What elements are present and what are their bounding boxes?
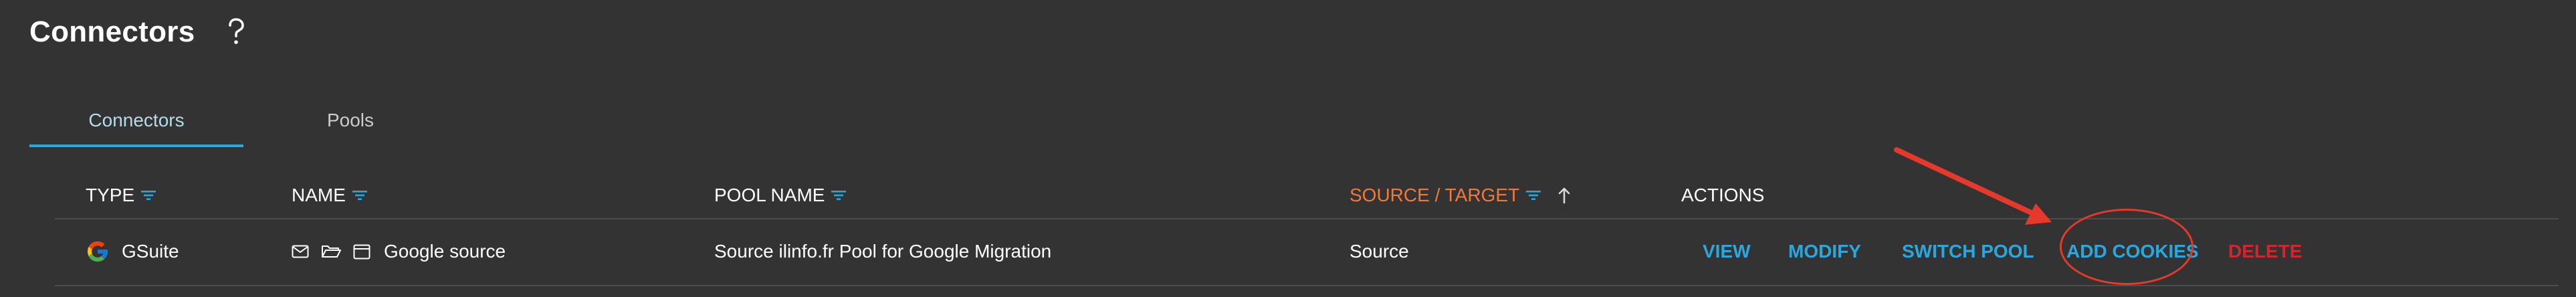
column-header-actions-label: ACTIONS: [1681, 185, 1765, 205]
google-g-icon: [86, 239, 110, 264]
column-header-type-label: TYPE: [86, 185, 135, 205]
page-title: Connectors: [29, 15, 195, 48]
annotation-arrow-icon: [1894, 147, 2052, 225]
connector-type: GSuite: [122, 241, 179, 262]
column-header-type[interactable]: TYPE: [86, 173, 156, 218]
title-row: Connectors: [29, 12, 249, 52]
service-icons: [292, 243, 370, 260]
tab-connectors[interactable]: Connectors: [29, 94, 243, 147]
source-target-value: Source: [1350, 241, 1409, 262]
column-header-source-target[interactable]: SOURCE / TARGET: [1350, 173, 1570, 218]
cell-type: GSuite: [86, 218, 179, 285]
connector-name: Google source: [384, 241, 506, 262]
switch-pool-button[interactable]: SWITCH POOL: [1902, 218, 2034, 285]
help-question-icon[interactable]: [223, 15, 249, 49]
sort-ascending-arrow-icon[interactable]: [1558, 187, 1570, 204]
column-header-pool-name[interactable]: POOL NAME: [714, 173, 847, 218]
pool-name: Source ilinfo.fr Pool for Google Migrati…: [714, 241, 1052, 262]
column-header-pool-name-label: POOL NAME: [714, 185, 825, 205]
folder-icon: [321, 244, 341, 259]
column-header-name[interactable]: NAME: [292, 173, 367, 218]
filter-icon[interactable]: [1526, 190, 1541, 201]
filter-icon[interactable]: [831, 190, 847, 201]
table-header: TYPE NAME POOL NAME SOURCE / TARGET ACTI…: [55, 173, 2559, 219]
tab-pools[interactable]: Pools: [243, 94, 457, 147]
annotation-circle: [2060, 209, 2193, 285]
column-header-source-target-label: SOURCE / TARGET: [1350, 185, 1520, 205]
calendar-icon: [353, 243, 370, 260]
connectors-page: Connectors Connectors Pools TYPE NAME PO…: [0, 0, 2576, 297]
delete-button[interactable]: DELETE: [2228, 218, 2302, 285]
tab-pools-label: Pools: [326, 110, 374, 130]
filter-icon[interactable]: [141, 190, 156, 201]
modify-button[interactable]: MODIFY: [1788, 218, 1861, 285]
filter-icon[interactable]: [352, 190, 367, 201]
tab-connectors-label: Connectors: [88, 110, 185, 130]
cell-name: Google source: [292, 218, 506, 285]
column-header-actions: ACTIONS: [1681, 173, 1764, 218]
column-header-name-label: NAME: [292, 185, 346, 205]
view-button[interactable]: VIEW: [1703, 218, 1751, 285]
cell-pool-name: Source ilinfo.fr Pool for Google Migrati…: [714, 218, 1051, 285]
tab-bar: Connectors Pools: [29, 94, 457, 147]
cell-source-target: Source: [1350, 218, 1409, 285]
mail-icon: [292, 244, 309, 259]
